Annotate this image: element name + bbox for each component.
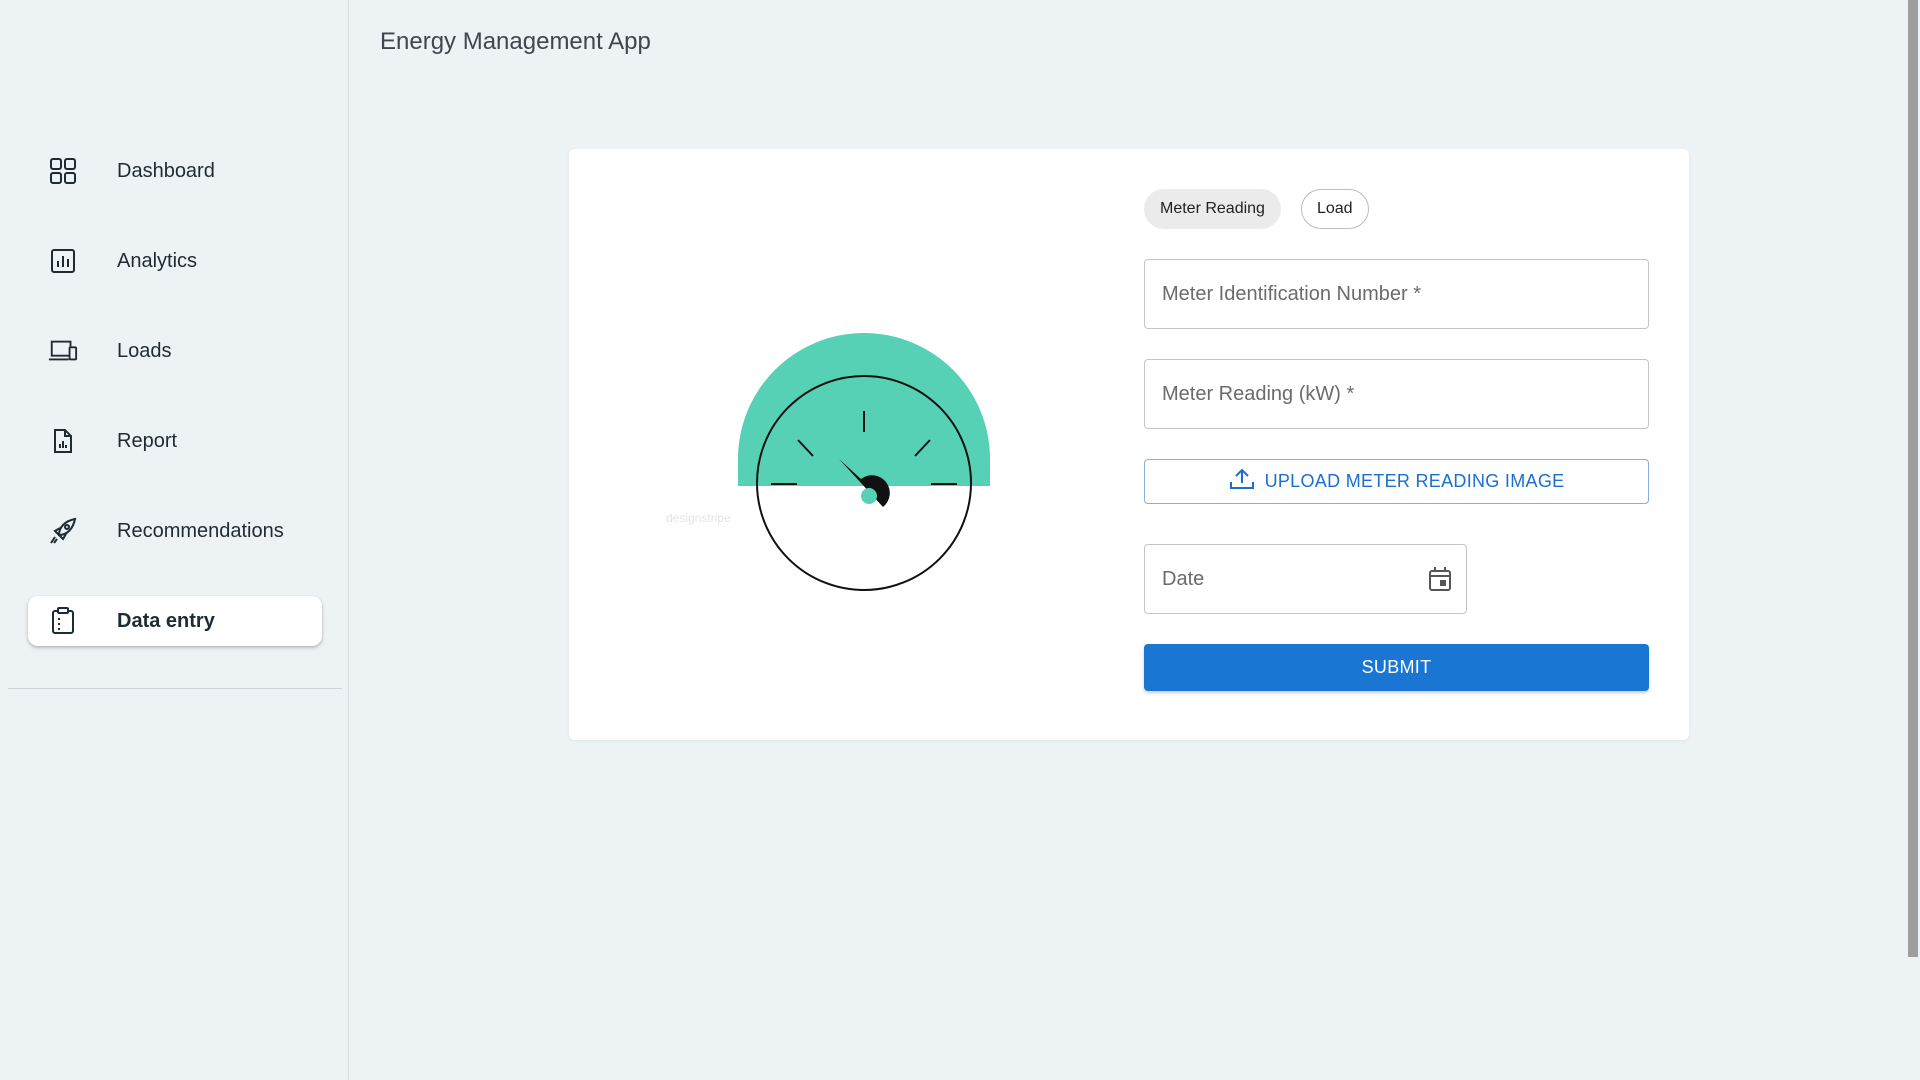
entry-type-chips: Meter Reading Load [1144, 189, 1649, 229]
analytics-icon [48, 246, 78, 276]
scrollbar-thumb[interactable] [1908, 0, 1918, 957]
page-title: Energy Management App [380, 28, 651, 55]
scrollbar[interactable] [1906, 0, 1920, 1080]
sidebar-item-label: Recommendations [117, 519, 284, 542]
meter-reading-field [1144, 359, 1649, 429]
sidebar: Dashboard Analytics Loads Report Recomme… [0, 0, 349, 1080]
sidebar-item-loads[interactable]: Loads [28, 326, 322, 376]
sidebar-item-report[interactable]: Report [28, 416, 322, 466]
upload-icon [1229, 467, 1255, 496]
sidebar-item-label: Loads [117, 339, 172, 362]
devices-icon [48, 336, 78, 366]
sidebar-item-label: Data entry [117, 609, 215, 632]
meter-id-input[interactable] [1162, 282, 1631, 306]
sidebar-nav: Dashboard Analytics Loads Report Recomme… [28, 146, 322, 686]
sidebar-item-label: Analytics [117, 249, 198, 272]
date-field [1144, 544, 1467, 614]
data-entry-card: designstripe Meter Reading Load UPLOAD M… [569, 149, 1689, 740]
sidebar-item-analytics[interactable]: Analytics [28, 236, 322, 286]
dashboard-icon [48, 156, 78, 186]
sidebar-divider [8, 688, 342, 689]
sidebar-item-data-entry[interactable]: Data entry [28, 596, 322, 646]
meter-id-field [1144, 259, 1649, 329]
submit-button[interactable]: SUBMIT [1144, 644, 1649, 691]
meter-form: Meter Reading Load UPLOAD METER READING … [1144, 189, 1649, 691]
upload-image-button[interactable]: UPLOAD METER READING IMAGE [1144, 459, 1649, 504]
rocket-icon [48, 516, 78, 546]
upload-button-label: UPLOAD METER READING IMAGE [1264, 471, 1565, 491]
report-icon [48, 426, 78, 456]
meter-reading-input[interactable] [1162, 382, 1631, 406]
chip-meter-reading[interactable]: Meter Reading [1144, 189, 1281, 229]
gauge-illustration: designstripe [613, 259, 1113, 629]
sidebar-item-label: Report [117, 429, 178, 452]
chip-load[interactable]: Load [1300, 189, 1369, 229]
clipboard-icon [48, 606, 78, 636]
date-input[interactable] [1162, 567, 1449, 591]
calendar-icon[interactable] [1428, 566, 1452, 597]
watermark-text: designstripe [666, 511, 731, 525]
sidebar-item-label: Dashboard [117, 159, 215, 182]
sidebar-item-dashboard[interactable]: Dashboard [28, 146, 322, 196]
sidebar-item-recommendations[interactable]: Recommendations [28, 506, 322, 556]
